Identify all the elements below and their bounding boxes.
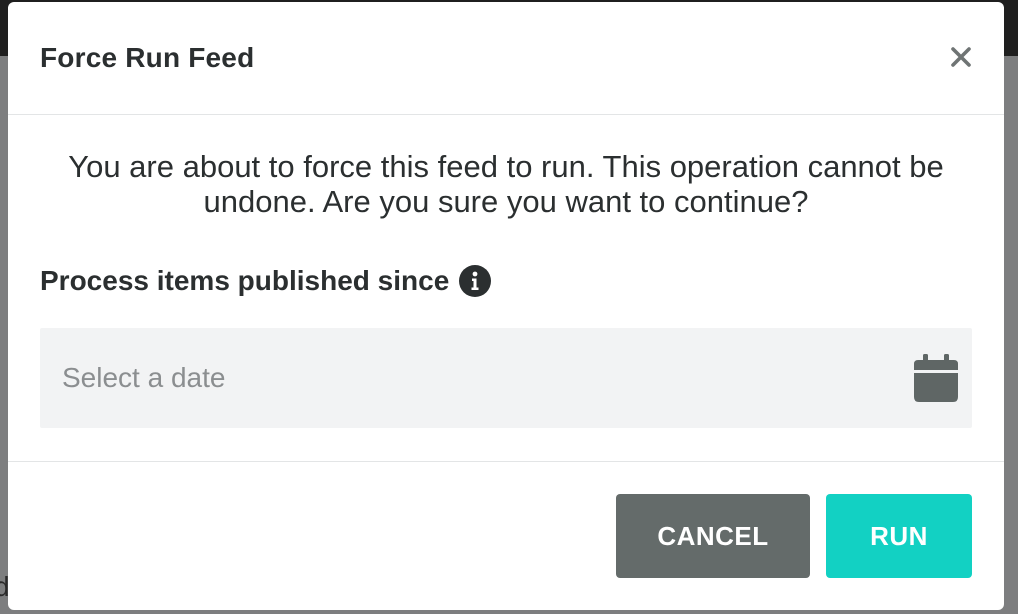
run-button[interactable]: RUN	[826, 494, 972, 578]
force-run-feed-dialog: Force Run Feed You are about to force th…	[8, 2, 1004, 610]
date-input[interactable]	[40, 328, 890, 428]
dialog-body: You are about to force this feed to run.…	[8, 115, 1004, 462]
close-button[interactable]	[944, 40, 978, 74]
cancel-button[interactable]: CANCEL	[616, 494, 810, 578]
close-icon	[951, 47, 971, 67]
date-field-label-row: Process items published since	[40, 265, 492, 297]
date-picker	[40, 328, 972, 428]
dialog-footer: CANCEL RUN	[8, 462, 1004, 610]
dialog-title: Force Run Feed	[40, 42, 255, 73]
confirmation-message: You are about to force this feed to run.…	[68, 149, 944, 219]
dialog-header: Force Run Feed	[8, 2, 1004, 115]
date-field-label: Process items published since	[40, 265, 450, 296]
info-icon[interactable]	[459, 265, 492, 297]
calendar-icon[interactable]	[914, 354, 958, 402]
